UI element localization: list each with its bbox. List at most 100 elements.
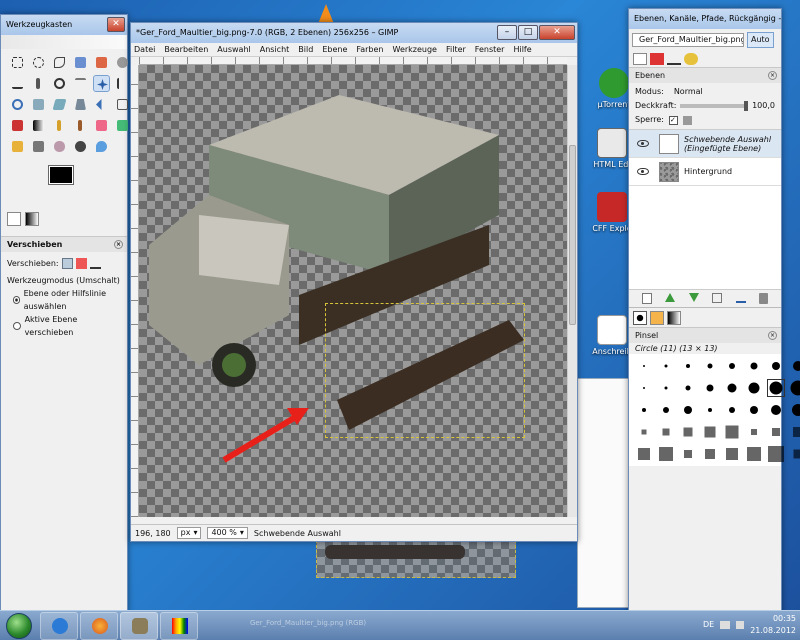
vertical-ruler[interactable] (131, 65, 139, 517)
cage-tool-icon[interactable] (114, 96, 131, 113)
clock-date[interactable]: 21.08.2012 (750, 625, 796, 637)
clock-time[interactable]: 00:35 (750, 613, 796, 625)
ellipse-select-tool-icon[interactable] (30, 54, 47, 71)
brush-thumb[interactable] (680, 424, 696, 440)
brush-thumb[interactable] (658, 424, 674, 440)
image-titlebar[interactable]: *Ger_Ford_Maultier_big.png-7.0 (RGB, 2 E… (131, 23, 577, 43)
horizontal-ruler[interactable] (139, 57, 567, 65)
tab-channels-icon[interactable] (650, 53, 664, 65)
foreground-color[interactable] (48, 165, 74, 185)
rotate-tool-icon[interactable] (9, 96, 26, 113)
brush-thumb[interactable] (746, 358, 762, 374)
close-button[interactable]: ✕ (107, 17, 125, 32)
taskbar-ie[interactable] (40, 612, 78, 640)
brush-thumb[interactable] (790, 446, 800, 462)
radio-pick-layer[interactable] (13, 296, 20, 304)
brush-thumb[interactable] (724, 402, 740, 418)
measure-tool-icon[interactable] (72, 75, 89, 92)
taskbar-image-viewer[interactable] (160, 612, 198, 640)
brush-thumb[interactable] (702, 424, 718, 440)
brush-thumb[interactable] (790, 402, 800, 418)
scissors-tool-icon[interactable] (114, 54, 131, 71)
delete-layer-icon[interactable] (759, 293, 769, 304)
move-selection-mode-icon[interactable] (75, 258, 87, 269)
brush-thumb[interactable] (702, 446, 718, 462)
zoom-tool-icon[interactable] (51, 75, 68, 92)
brush-thumb[interactable] (724, 358, 740, 374)
menu-filter[interactable]: Filter (446, 43, 466, 56)
minimize-button[interactable]: – (497, 25, 517, 40)
brush-thumb[interactable] (636, 402, 652, 418)
gradient-preview-icon[interactable] (25, 212, 39, 226)
move-path-mode-icon[interactable] (89, 258, 101, 269)
close-tab-icon[interactable]: × (768, 331, 777, 340)
vertical-scrollbar[interactable] (567, 65, 577, 517)
raise-layer-icon[interactable] (665, 293, 676, 302)
visibility-eye-icon[interactable] (637, 140, 649, 147)
layer-row[interactable]: Hintergrund (629, 158, 781, 186)
brush-thumb[interactable] (680, 402, 696, 418)
close-tab-icon[interactable]: × (768, 71, 777, 80)
image-canvas[interactable] (139, 65, 567, 517)
taskbar-firefox[interactable] (80, 612, 118, 640)
brush-thumb[interactable] (658, 358, 674, 374)
brush-thumb[interactable] (768, 446, 784, 462)
pencil-tool-icon[interactable] (51, 117, 68, 134)
brush-thumb[interactable] (746, 446, 762, 462)
menu-farben[interactable]: Farben (356, 43, 383, 56)
airbrush-tool-icon[interactable] (114, 117, 131, 134)
brush-thumb[interactable] (658, 402, 674, 418)
tab-patterns-icon[interactable] (650, 311, 664, 325)
color-swatches[interactable] (41, 165, 127, 206)
shear-tool-icon[interactable] (51, 96, 68, 113)
brush-thumb[interactable] (790, 380, 800, 396)
brush-thumb[interactable] (680, 358, 696, 374)
close-tab-icon[interactable]: × (114, 240, 123, 249)
radio-move-active[interactable] (13, 322, 21, 330)
menu-hilfe[interactable]: Hilfe (513, 43, 531, 56)
brush-thumb[interactable] (746, 380, 762, 396)
brush-thumb[interactable] (680, 380, 696, 396)
brush-thumb[interactable] (768, 424, 784, 440)
auto-button[interactable]: Auto (747, 32, 774, 48)
lock-pixels-checkbox[interactable]: ✓ (668, 115, 678, 125)
network-icon[interactable] (720, 621, 731, 629)
brush-thumb[interactable] (702, 402, 718, 418)
color-picker-tool-icon[interactable] (30, 75, 47, 92)
bucket-fill-tool-icon[interactable] (9, 117, 26, 134)
brush-thumb[interactable] (746, 424, 762, 440)
fuzzy-select-tool-icon[interactable] (72, 54, 89, 71)
opacity-slider[interactable] (680, 101, 749, 111)
tab-undo-icon[interactable] (684, 53, 698, 65)
unit-select[interactable]: px ▾ (176, 527, 202, 539)
move-tool-icon[interactable] (93, 75, 110, 92)
brush-thumb[interactable] (724, 446, 740, 462)
menu-werkzeuge[interactable]: Werkzeuge (393, 43, 437, 56)
vlc-icon[interactable] (318, 4, 334, 24)
duplicate-layer-icon[interactable] (712, 293, 723, 303)
brush-thumb[interactable] (636, 358, 652, 374)
brush-thumb[interactable] (636, 424, 652, 440)
rect-select-tool-icon[interactable] (9, 54, 26, 71)
menu-datei[interactable]: Datei (134, 43, 155, 56)
volume-icon[interactable] (736, 621, 745, 629)
brush-thumb[interactable] (724, 424, 740, 440)
brush-thumb[interactable] (636, 380, 652, 396)
brush-thumb[interactable] (746, 402, 762, 418)
free-select-tool-icon[interactable] (51, 54, 68, 71)
blend-tool-icon[interactable] (30, 117, 47, 134)
close-button[interactable]: ✕ (539, 25, 575, 40)
menu-auswahl[interactable]: Auswahl (217, 43, 250, 56)
clone-tool-icon[interactable] (30, 138, 47, 155)
language-indicator[interactable]: DE (703, 619, 714, 631)
paths-tool-icon[interactable] (9, 75, 26, 92)
smudge-tool-icon[interactable] (51, 138, 68, 155)
dodge-burn-tool-icon[interactable] (72, 138, 89, 155)
brush-preview-icon[interactable] (7, 212, 21, 226)
menu-bearbeiten[interactable]: Bearbeiten (164, 43, 208, 56)
eraser-tool-icon[interactable] (93, 117, 110, 134)
flip-tool-icon[interactable] (93, 96, 110, 113)
brush-thumb[interactable] (702, 380, 718, 396)
brush-thumb[interactable] (768, 402, 784, 418)
mode-select[interactable]: Normal (674, 85, 703, 99)
